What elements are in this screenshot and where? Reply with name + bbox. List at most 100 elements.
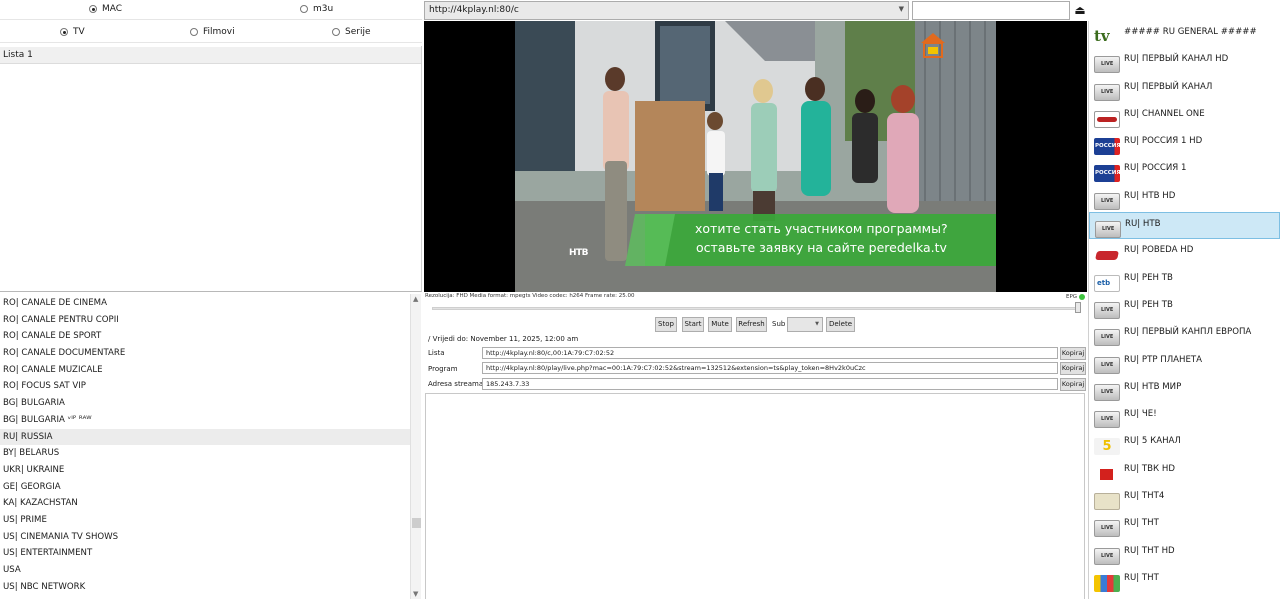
series-radio[interactable]: Serije	[332, 27, 371, 37]
films-radio[interactable]: Filmovi	[190, 27, 235, 37]
copy-program-button[interactable]: Kopiraj	[1060, 362, 1086, 375]
playlist-item[interactable]: Lista 1	[0, 47, 421, 64]
channel-item[interactable]: 5 RU| 5 КАНАЛ	[1089, 430, 1280, 457]
channel-item[interactable]: РОССИЯ RU| РОССИЯ 1	[1089, 157, 1280, 184]
category-item[interactable]: KA| KAZACHSTAN	[0, 495, 410, 512]
category-item[interactable]: RO| CANALE DE SPORT	[0, 328, 410, 345]
portal-url-value: http://4kplay.nl:80/c	[429, 5, 519, 15]
category-item[interactable]: GE| GEORGIA	[0, 479, 410, 496]
playlist-list-panel	[0, 46, 422, 292]
category-item[interactable]: US| ENTERTAINMENT	[0, 545, 410, 562]
category-item[interactable]: RO| FOCUS SAT VIP	[0, 378, 410, 395]
tv-radio[interactable]: TV	[60, 27, 85, 37]
live-icon	[1094, 329, 1120, 347]
category-item[interactable]: RO| CANALE MUZICALE	[0, 362, 410, 379]
channel-list: tv ##### RU GENERAL ##### RU| ПЕРВЫЙ КАНАЛ…	[1088, 21, 1280, 599]
channel-item[interactable]: RU| THT	[1089, 512, 1280, 539]
channel-item[interactable]: RU| НТВ МИР	[1089, 376, 1280, 403]
search-input[interactable]	[912, 1, 1070, 20]
channel-item[interactable]: RU| ПЕРВЫЙ КАНАЛ HD	[1089, 48, 1280, 75]
live-icon	[1094, 56, 1120, 74]
category-scrollbar[interactable]: ▲ ▼	[410, 294, 421, 599]
channel-name: RU| НТВ МИР	[1124, 381, 1182, 392]
portal-url-select[interactable]: http://4kplay.nl:80/c ▼	[424, 1, 909, 20]
category-item[interactable]: BG| BULGARIA	[0, 395, 410, 412]
channel-item[interactable]: РОССИЯ RU| РОССИЯ 1 HD	[1089, 130, 1280, 157]
channel-name: RU| THT	[1124, 572, 1159, 583]
channel-name: RU| РТР ПЛАНЕТА	[1124, 354, 1203, 365]
channel-item[interactable]: RU| POBEDA HD	[1089, 239, 1280, 266]
channel-item[interactable]: etb RU| РЕН ТВ	[1089, 267, 1280, 294]
category-item[interactable]: US| NBC NETWORK	[0, 579, 410, 596]
tv-icon: tv	[1094, 29, 1110, 45]
program-url-field[interactable]: http://4kplay.nl:80/play/live.php?mac=00…	[482, 362, 1058, 374]
tnt4-logo-icon	[1094, 493, 1120, 511]
live-icon	[1095, 221, 1121, 239]
category-item[interactable]: USA	[0, 562, 410, 579]
category-item[interactable]: US| PRIME	[0, 512, 410, 529]
live-icon	[1094, 83, 1120, 101]
epg-label: EPG	[1066, 294, 1078, 300]
channel-item[interactable]: tv ##### RU GENERAL #####	[1089, 21, 1280, 48]
channel-item[interactable]: RU| ПЕРВЫЙ КАНАЛ	[1089, 76, 1280, 103]
chevron-down-icon[interactable]: ▼	[899, 5, 904, 13]
m3u-radio-label: m3u	[313, 4, 334, 14]
channel-item[interactable]: RU| ТВК HD	[1089, 458, 1280, 485]
scrollbar-thumb[interactable]	[412, 518, 421, 528]
live-icon	[1094, 547, 1120, 565]
delete-button[interactable]: Delete	[826, 317, 855, 332]
channel-item[interactable]: RU| CHANNEL ONE	[1089, 103, 1280, 130]
channel-name: RU| ПЕРВЫЙ КАНАЛ HD	[1124, 54, 1229, 65]
start-button[interactable]: Start	[682, 317, 704, 332]
category-item[interactable]: US| CINEMANIA TV SHOWS	[0, 529, 410, 546]
video-player[interactable]: хотите стать участником программы? остав…	[424, 21, 1087, 292]
mac-radio[interactable]: MAC	[89, 4, 122, 14]
series-radio-label: Serije	[345, 27, 371, 37]
channel-item[interactable]: RU| THT	[1089, 567, 1280, 594]
channel-name: RU| ПЕРВЫЙ КАНАЛ	[1124, 81, 1213, 92]
refresh-button[interactable]: Refresh	[736, 317, 767, 332]
stream-address-field[interactable]: 185.243.7.33	[482, 378, 1058, 390]
copy-list-button[interactable]: Kopiraj	[1060, 347, 1086, 360]
eject-icon[interactable]: ⏏	[1073, 1, 1087, 20]
epg-status-icon	[1079, 294, 1085, 300]
chevron-down-icon: ▼	[815, 321, 819, 327]
mute-button[interactable]: Mute	[708, 317, 732, 332]
channel-item[interactable]: RU| НТВ HD	[1089, 185, 1280, 212]
m3u-radio[interactable]: m3u	[300, 4, 333, 14]
list-url-field[interactable]: http://4kplay.nl:80/c,00:1A:79:C7:02:52	[482, 347, 1058, 359]
channel-item[interactable]: RU| THT HD	[1089, 540, 1280, 567]
category-item[interactable]: RU| RUSSIA	[0, 428, 410, 446]
channel-item[interactable]: RU| НТВ	[1089, 212, 1280, 240]
tnt-logo-icon	[1094, 574, 1120, 592]
channel-item[interactable]: RU| ЧЕ!	[1089, 403, 1280, 430]
channel-name: RU| НТВ HD	[1124, 190, 1176, 201]
stop-button[interactable]: Stop	[655, 317, 677, 332]
stream-info: Rezolucija: FHD Media format: mpegts Vid…	[425, 293, 635, 299]
category-item[interactable]: RO| CANALE PENTRU COPII	[0, 312, 410, 329]
radio-empty-icon	[332, 28, 340, 36]
channel-item[interactable]: RU| РЕН ТВ	[1089, 294, 1280, 321]
channel-name: RU| РОССИЯ 1	[1124, 163, 1187, 174]
copy-stream-button[interactable]: Kopiraj	[1060, 378, 1086, 391]
channel-item[interactable]: RU| ПЕРВЫЙ КАНПЛ ЕВРОПА	[1089, 321, 1280, 348]
mac-radio-label: MAC	[102, 4, 123, 14]
seek-bar-thumb[interactable]	[1075, 302, 1081, 313]
scroll-up-icon[interactable]: ▲	[413, 295, 418, 303]
subtitle-select[interactable]: ▼	[787, 317, 823, 332]
channel-bug-logo: НТВ	[569, 248, 589, 258]
channel-item[interactable]: RU| РТР ПЛАНЕТА	[1089, 349, 1280, 376]
category-item[interactable]: BY| BELARUS	[0, 445, 410, 462]
category-item[interactable]: RO| CANALE DE CINEMA	[0, 295, 410, 312]
channel-item[interactable]: RU| THT4	[1089, 485, 1280, 512]
category-item[interactable]: BG| BULGARIA ᵛᴵᴾ ᴿᴬᵂ	[0, 412, 410, 429]
films-radio-label: Filmovi	[203, 27, 235, 37]
channel-name: RU| ЧЕ!	[1124, 409, 1157, 420]
seek-bar[interactable]	[432, 307, 1078, 310]
category-item[interactable]: UKR| UKRAINE	[0, 462, 410, 479]
log-output-area[interactable]	[425, 393, 1085, 599]
category-item[interactable]: RO| CANALE DOCUMENTARE	[0, 345, 410, 362]
program-field-label: Program	[428, 365, 458, 373]
scroll-down-icon[interactable]: ▼	[413, 590, 418, 598]
live-icon	[1094, 520, 1120, 538]
